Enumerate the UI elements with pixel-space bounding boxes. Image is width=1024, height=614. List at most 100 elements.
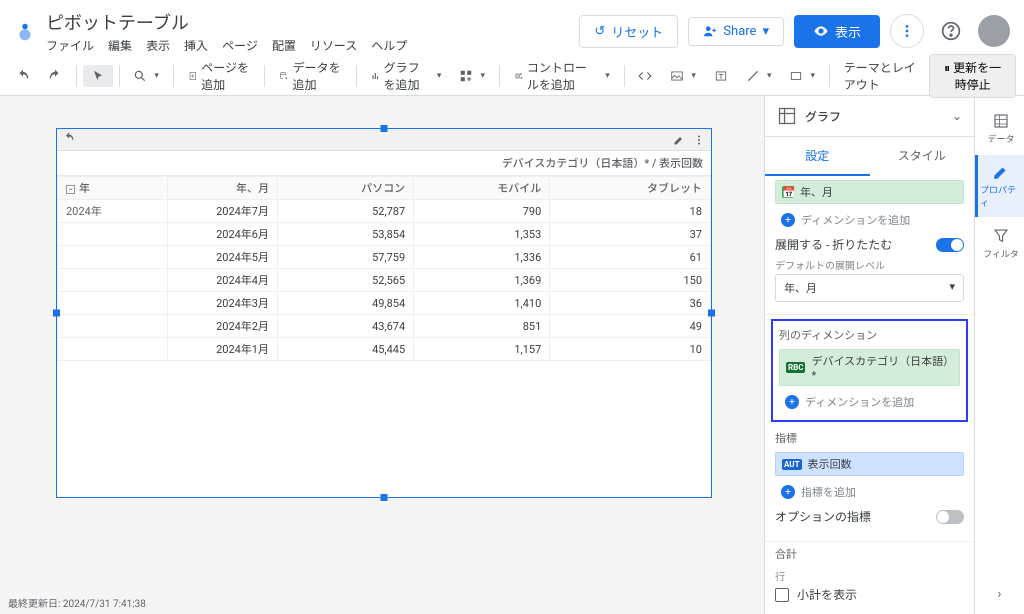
more-options-button[interactable] xyxy=(890,14,924,48)
col-mobile[interactable]: モバイル xyxy=(414,177,550,200)
expand-collapse-label: 展開する - 折りたたむ xyxy=(775,236,892,253)
widgets-icon xyxy=(459,69,473,83)
col-year-month[interactable]: 年、月 xyxy=(168,177,278,200)
tab-setup[interactable]: 設定 xyxy=(765,137,870,176)
rail-properties[interactable]: プロパティ xyxy=(975,155,1024,217)
menu-file[interactable]: ファイル xyxy=(46,37,94,54)
expand-toggle[interactable] xyxy=(936,238,964,252)
row-dimension-section: 📅年、月 +ディメンションを追加 展開する - 折りたたむ デフォルトの展開レベ… xyxy=(765,176,974,315)
aut-badge-icon: AUT xyxy=(782,459,802,470)
table-row: 2024年2月43,67485149 xyxy=(58,315,711,338)
menu-page[interactable]: ページ xyxy=(222,37,258,54)
menu-insert[interactable]: 挿入 xyxy=(184,37,208,54)
resize-handle-left[interactable] xyxy=(53,310,60,317)
document-title[interactable]: ピボットテーブル xyxy=(46,9,579,35)
filter-icon xyxy=(992,227,1010,245)
menu-help[interactable]: ヘルプ xyxy=(371,37,407,54)
chevron-down-icon[interactable]: ⌄ xyxy=(952,109,962,123)
zoom-icon xyxy=(133,69,147,83)
toolbar: ページを追加 データを追加 グラフを追加 コントロールを追加 テーマとレイアウト… xyxy=(0,56,1024,96)
properties-panel: グラフ ⌄ 設定 スタイル 📅年、月 +ディメンションを追加 展開する - 折り… xyxy=(764,96,974,614)
undo-icon xyxy=(16,69,30,83)
redo-icon xyxy=(48,69,62,83)
rail-data[interactable]: データ xyxy=(975,104,1024,153)
menu-view[interactable]: 表示 xyxy=(146,37,170,54)
title-block: ピボットテーブル ファイル 編集 表示 挿入 ページ 配置 リソース ヘルプ xyxy=(46,9,579,54)
line-button[interactable] xyxy=(738,65,780,87)
shape-button[interactable] xyxy=(781,65,823,87)
resize-handle-right[interactable] xyxy=(708,310,715,317)
more-icon[interactable] xyxy=(693,134,705,146)
show-subtotal-row[interactable]: 小計を表示 xyxy=(775,583,964,606)
add-col-dimension[interactable]: +ディメンションを追加 xyxy=(779,390,960,414)
table-row: 2024年6月53,8541,35337 xyxy=(58,223,711,246)
total-rows-label: 行 xyxy=(775,568,964,583)
eye-icon xyxy=(813,23,829,39)
metric-title: 指標 xyxy=(775,430,964,446)
pivot-column-group-header: デバイスカテゴリ（日本語）* / 表示回数 xyxy=(57,151,711,176)
total-title: 合計 xyxy=(775,546,964,562)
cursor-icon xyxy=(91,69,105,83)
selection-tool-button[interactable] xyxy=(83,65,113,87)
col-year[interactable]: −年 xyxy=(58,177,168,200)
rail-expand-button[interactable]: › xyxy=(986,575,1014,614)
help-button[interactable] xyxy=(934,14,968,48)
optional-metric-toggle[interactable] xyxy=(936,510,964,524)
add-control-button[interactable]: コントロールを追加 xyxy=(506,55,618,97)
pivot-table-component[interactable]: デバイスカテゴリ（日本語）* / 表示回数 −年 年、月 パソコン モバイル タ… xyxy=(56,128,712,498)
url-embed-button[interactable] xyxy=(630,65,660,87)
pause-update-button[interactable]: ⏸ 更新を一時停止 xyxy=(929,54,1016,98)
menubar: ファイル 編集 表示 挿入 ページ 配置 リソース ヘルプ xyxy=(46,37,579,54)
row-dim-chip[interactable]: 📅年、月 xyxy=(775,180,964,204)
pivot-table-icon xyxy=(777,106,797,126)
add-page-button[interactable]: ページを追加 xyxy=(180,55,259,97)
props-tabs: 設定 スタイル xyxy=(765,137,974,176)
chart-icon xyxy=(371,69,380,83)
edit-icon[interactable] xyxy=(673,134,685,146)
rail-filter[interactable]: フィルタ xyxy=(975,219,1024,268)
undo-button[interactable] xyxy=(8,65,38,87)
total-section: 合計 行 小計を表示 xyxy=(765,542,974,614)
default-level-select[interactable]: 年、月▾ xyxy=(775,274,964,302)
col-pc[interactable]: パソコン xyxy=(278,177,414,200)
user-avatar[interactable] xyxy=(978,15,1010,47)
reset-sort-icon[interactable] xyxy=(63,132,75,144)
resize-handle-top[interactable] xyxy=(381,125,388,132)
main-area: デバイスカテゴリ（日本語）* / 表示回数 −年 年、月 パソコン モバイル タ… xyxy=(0,96,1024,614)
text-button[interactable] xyxy=(706,65,736,87)
community-viz-button[interactable] xyxy=(451,65,493,87)
tune-icon xyxy=(514,69,523,83)
canvas[interactable]: デバイスカテゴリ（日本語）* / 表示回数 −年 年、月 パソコン モバイル タ… xyxy=(0,96,764,614)
code-icon xyxy=(638,69,652,83)
add-chart-button[interactable]: グラフを追加 xyxy=(363,55,450,97)
table-row: 2024年2024年7月52,78779018 xyxy=(58,200,711,223)
menu-resource[interactable]: リソース xyxy=(310,37,357,54)
add-data-button[interactable]: データを追加 xyxy=(271,55,350,97)
zoom-button[interactable] xyxy=(125,65,167,87)
share-button[interactable]: Share ▾ xyxy=(688,17,784,46)
looker-studio-logo-icon xyxy=(14,21,36,43)
col-dim-chip[interactable]: RBCデバイスカテゴリ（日本語）* xyxy=(779,349,960,386)
data-icon xyxy=(992,112,1010,130)
theme-layout-button[interactable]: テーマとレイアウト xyxy=(836,55,927,97)
component-toolbar xyxy=(57,129,711,151)
table-row: 2024年5月57,7591,33661 xyxy=(58,246,711,269)
props-header[interactable]: グラフ ⌄ xyxy=(765,96,974,137)
add-row-dimension[interactable]: +ディメンションを追加 xyxy=(775,208,964,232)
resize-handle-bottom[interactable] xyxy=(381,494,388,501)
menu-arrange[interactable]: 配置 xyxy=(272,37,296,54)
page-plus-icon xyxy=(188,69,198,83)
image-button[interactable] xyxy=(662,65,704,87)
pencil-icon xyxy=(992,163,1010,181)
collapse-icon[interactable]: − xyxy=(66,185,75,194)
redo-button[interactable] xyxy=(40,65,70,87)
metric-chip[interactable]: AUT表示回数 xyxy=(775,452,964,476)
reset-button[interactable]: ↺ リセット xyxy=(579,15,678,48)
tab-style[interactable]: スタイル xyxy=(870,137,975,176)
menu-edit[interactable]: 編集 xyxy=(108,37,132,54)
add-metric[interactable]: +指標を追加 xyxy=(775,480,964,504)
header-actions: ↺ リセット Share ▾ 表示 xyxy=(579,14,1010,48)
col-tablet[interactable]: タブレット xyxy=(550,177,711,200)
checkbox-icon[interactable] xyxy=(775,588,789,602)
view-button[interactable]: 表示 xyxy=(794,15,880,48)
